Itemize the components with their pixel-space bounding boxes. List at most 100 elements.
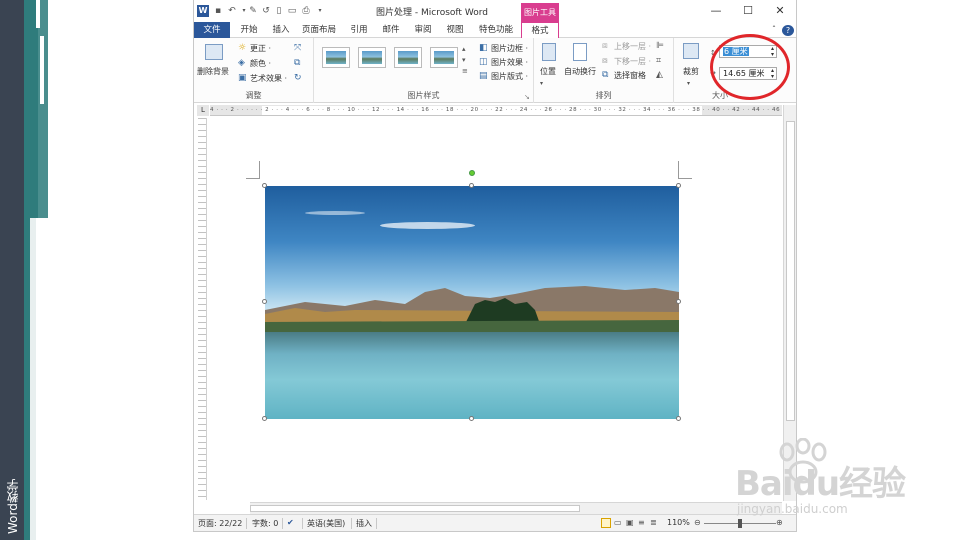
watermark-brand: Baidu经验 bbox=[735, 464, 906, 504]
arrange-group-label: 排列 bbox=[595, 91, 612, 100]
tab-page-layout[interactable]: 页面布局 bbox=[298, 22, 340, 38]
style-thumbnail[interactable] bbox=[358, 47, 386, 68]
picture-border-icon: ◧ bbox=[479, 43, 488, 53]
new-doc-icon[interactable]: ▯ bbox=[273, 5, 285, 17]
artistic-effects-icon: ▣ bbox=[238, 73, 247, 83]
customize-qat-icon[interactable]: ▾ bbox=[314, 5, 326, 17]
style-thumbnail[interactable] bbox=[394, 47, 422, 68]
bring-forward-icon: ⧈ bbox=[602, 41, 608, 51]
tab-format[interactable]: 格式 bbox=[521, 22, 559, 38]
save-icon[interactable]: ▪ bbox=[212, 5, 224, 17]
remove-background-icon[interactable] bbox=[205, 44, 223, 60]
baidu-watermark: Baidu经验 jingyan.baidu.com bbox=[735, 438, 960, 523]
ruler-ticks: 4 · · · 2 · · · · · · 2 · · · 4 · · · 6 … bbox=[210, 107, 782, 113]
draft-icon[interactable]: ≣ bbox=[650, 518, 657, 527]
reset-picture-icon[interactable]: ↻ bbox=[294, 73, 302, 84]
resize-handle[interactable] bbox=[676, 299, 681, 304]
collapse-ribbon-icon[interactable]: ˆ bbox=[768, 22, 780, 38]
horizontal-scrollbar[interactable] bbox=[250, 502, 782, 514]
send-backward-button[interactable]: 下移一层 · bbox=[614, 56, 651, 67]
remove-background-button[interactable]: 删除背景 bbox=[197, 66, 229, 77]
position-dropdown-icon[interactable]: ▾ bbox=[540, 78, 543, 89]
close-button[interactable]: ✕ bbox=[770, 3, 790, 19]
selection-pane-icon: ⧉ bbox=[602, 70, 609, 80]
wrap-text-button[interactable]: 自动换行 bbox=[564, 66, 596, 77]
styles-gallery-scroll-icon[interactable]: ▴ ▾ ≡ bbox=[462, 44, 468, 77]
wrap-text-icon[interactable] bbox=[573, 43, 587, 61]
selection-pane-button[interactable]: 选择窗格 bbox=[614, 70, 646, 81]
change-picture-icon[interactable]: ⧉ bbox=[294, 58, 300, 69]
redo-icon[interactable]: ↺ bbox=[260, 5, 272, 17]
watermark-url: jingyan.baidu.com bbox=[737, 502, 848, 516]
tab-references[interactable]: 引用 bbox=[344, 22, 374, 38]
word-count[interactable]: 字数: 0 bbox=[252, 518, 278, 529]
artistic-effects-button[interactable]: 艺术效果 · bbox=[250, 73, 287, 84]
resize-handle[interactable] bbox=[469, 183, 474, 188]
zoom-out-icon[interactable]: ⊖ bbox=[694, 518, 701, 527]
rotation-handle[interactable] bbox=[469, 170, 475, 176]
tab-review[interactable]: 审阅 bbox=[408, 22, 438, 38]
picture-border-button[interactable]: 图片边框 · bbox=[491, 43, 528, 54]
proofing-icon[interactable]: ✔ bbox=[287, 518, 294, 527]
picture-effects-button[interactable]: 图片效果 · bbox=[491, 57, 528, 68]
help-icon[interactable]: ? bbox=[782, 25, 794, 36]
tab-file[interactable]: 文件 bbox=[194, 22, 230, 38]
scrollbar-thumb[interactable] bbox=[786, 121, 795, 421]
minimize-button[interactable]: — bbox=[706, 3, 726, 19]
style-thumbnail[interactable] bbox=[430, 47, 458, 68]
insert-mode[interactable]: 插入 bbox=[356, 518, 372, 529]
tab-selector-icon[interactable]: L bbox=[197, 105, 209, 116]
compress-pictures-icon[interactable]: ⤧ bbox=[294, 43, 301, 54]
style-thumbnail[interactable] bbox=[322, 47, 350, 68]
resize-handle[interactable] bbox=[262, 416, 267, 421]
picture-layout-button[interactable]: 图片版式 · bbox=[491, 71, 528, 82]
resize-handle[interactable] bbox=[676, 416, 681, 421]
maximize-button[interactable]: ☐ bbox=[738, 3, 758, 19]
outline-icon[interactable]: ≡ bbox=[638, 518, 645, 527]
side-label: Word教学 bbox=[6, 479, 20, 534]
resize-handle[interactable] bbox=[262, 183, 267, 188]
tab-special-features[interactable]: 特色功能 bbox=[474, 22, 518, 38]
vertical-ruler[interactable] bbox=[197, 118, 207, 500]
align-icon[interactable]: ⊫ bbox=[656, 41, 664, 52]
tab-home[interactable]: 开始 bbox=[234, 22, 264, 38]
picture-styles-group: ▴ ▾ ≡ ◧ 图片边框 · ◫ 图片效果 · ▤ 图片版式 · 图片样式 ↘ bbox=[314, 38, 534, 103]
tab-view[interactable]: 视图 bbox=[440, 22, 470, 38]
send-backward-icon: ⧇ bbox=[602, 56, 608, 66]
group-icon[interactable]: ⌗ bbox=[656, 56, 661, 67]
tab-mailings[interactable]: 邮件 bbox=[376, 22, 406, 38]
left-decoration bbox=[0, 0, 50, 540]
horizontal-ruler[interactable]: 4 · · · 2 · · · · · · 2 · · · 4 · · · 6 … bbox=[210, 105, 782, 116]
landscape-picture[interactable] bbox=[265, 186, 679, 419]
resize-handle[interactable] bbox=[469, 416, 474, 421]
position-button[interactable]: 位置 bbox=[540, 66, 556, 77]
color-button[interactable]: 颜色 · bbox=[250, 58, 271, 69]
dialog-launcher-icon[interactable]: ↘ bbox=[524, 92, 530, 103]
crop-icon[interactable] bbox=[683, 43, 699, 59]
resize-handle[interactable] bbox=[262, 299, 267, 304]
slide: Word教学 W ▪ ↶ ▾ ✎ ↺ ▯ ▭ ⎙ ▾ 图片处理 - Micros… bbox=[0, 0, 960, 540]
crop-dropdown-icon[interactable]: ▾ bbox=[687, 78, 690, 89]
adjust-group: 删除背景 ☼ 更正 · ◈ 颜色 · ▣ 艺术效果 · ⤧ ⧉ ↻ 调整 bbox=[194, 38, 314, 103]
open-icon[interactable]: ▭ bbox=[286, 5, 298, 17]
crop-button[interactable]: 裁剪 bbox=[683, 66, 699, 77]
undo-icon[interactable]: ↶ bbox=[226, 5, 238, 17]
word-window: W ▪ ↶ ▾ ✎ ↺ ▯ ▭ ⎙ ▾ 图片处理 - Microsoft Wor… bbox=[193, 0, 797, 532]
web-layout-icon[interactable]: ▣ bbox=[626, 518, 634, 527]
page-count[interactable]: 页面: 22/22 bbox=[198, 518, 242, 529]
full-screen-reading-icon[interactable]: ▭ bbox=[614, 518, 622, 527]
format-painter-icon[interactable]: ✎ bbox=[247, 5, 259, 17]
resize-handle[interactable] bbox=[676, 183, 681, 188]
corrections-button[interactable]: 更正 · bbox=[250, 43, 271, 54]
position-icon[interactable] bbox=[542, 43, 556, 61]
quick-print-icon[interactable]: ⎙ bbox=[300, 5, 312, 17]
color-icon: ◈ bbox=[238, 58, 245, 68]
tab-insert[interactable]: 插入 bbox=[266, 22, 296, 38]
bring-forward-button[interactable]: 上移一层 · bbox=[614, 41, 651, 52]
scrollbar-thumb[interactable] bbox=[250, 505, 580, 512]
arrange-group: 位置 ▾ 自动换行 ⧈ 上移一层 · ⧇ 下移一层 · ⧉ 选择窗格 ⊫ ⌗ ◭… bbox=[534, 38, 674, 103]
rotate-icon[interactable]: ◭ bbox=[656, 70, 663, 81]
print-layout-icon[interactable] bbox=[601, 518, 611, 528]
language-indicator[interactable]: 英语(美国) bbox=[307, 518, 345, 529]
zoom-level[interactable]: 110% bbox=[667, 518, 690, 527]
